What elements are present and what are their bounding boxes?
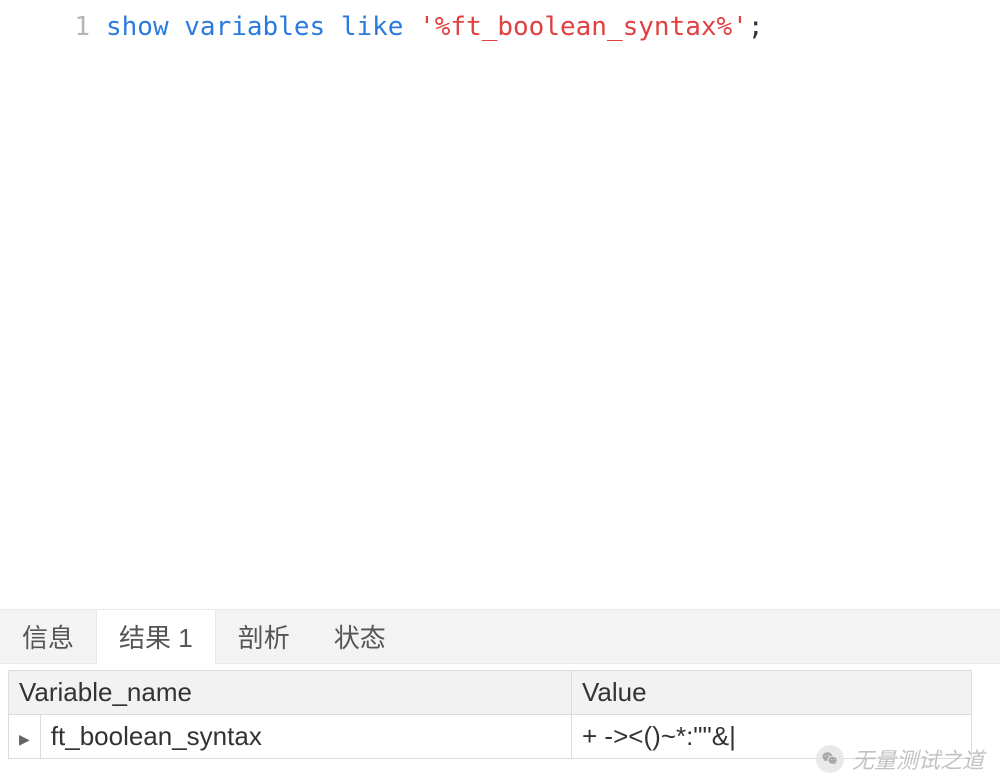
tab-status[interactable]: 状态 xyxy=(312,610,408,663)
semicolon: ; xyxy=(748,12,764,42)
tab-result-1[interactable]: 结果 1 xyxy=(96,610,216,664)
cell-value[interactable]: + -><()~*:""&| xyxy=(572,715,972,759)
keyword-show: show xyxy=(106,12,169,42)
tab-profile[interactable]: 剖析 xyxy=(216,610,312,663)
code-content[interactable]: show variables like '%ft_boolean_syntax%… xyxy=(100,0,1000,609)
column-header-variable-name[interactable]: Variable_name xyxy=(9,671,572,715)
current-row-marker-icon: ▶ xyxy=(19,731,30,748)
result-tabs: 信息 结果 1 剖析 状态 xyxy=(0,610,1000,664)
string-literal: '%ft_boolean_syntax%' xyxy=(419,12,748,42)
line-number: 1 xyxy=(0,12,90,42)
results-pane: 信息 结果 1 剖析 状态 Variable_name Value ▶ ft_b… xyxy=(0,609,1000,783)
result-grid[interactable]: Variable_name Value ▶ ft_boolean_syntax … xyxy=(8,670,972,759)
row-marker-cell: ▶ xyxy=(9,715,41,759)
result-grid-wrapper: Variable_name Value ▶ ft_boolean_syntax … xyxy=(0,664,1000,783)
line-gutter: 1 xyxy=(0,0,100,609)
tab-info[interactable]: 信息 xyxy=(0,610,96,663)
keyword-variables: variables xyxy=(184,12,325,42)
table-row[interactable]: ▶ ft_boolean_syntax + -><()~*:""&| xyxy=(9,715,972,759)
sql-editor[interactable]: 1 show variables like '%ft_boolean_synta… xyxy=(0,0,1000,609)
cell-variable-name[interactable]: ft_boolean_syntax xyxy=(40,715,571,759)
grid-header-row: Variable_name Value xyxy=(9,671,972,715)
column-header-value[interactable]: Value xyxy=(572,671,972,715)
keyword-like: like xyxy=(341,12,404,42)
